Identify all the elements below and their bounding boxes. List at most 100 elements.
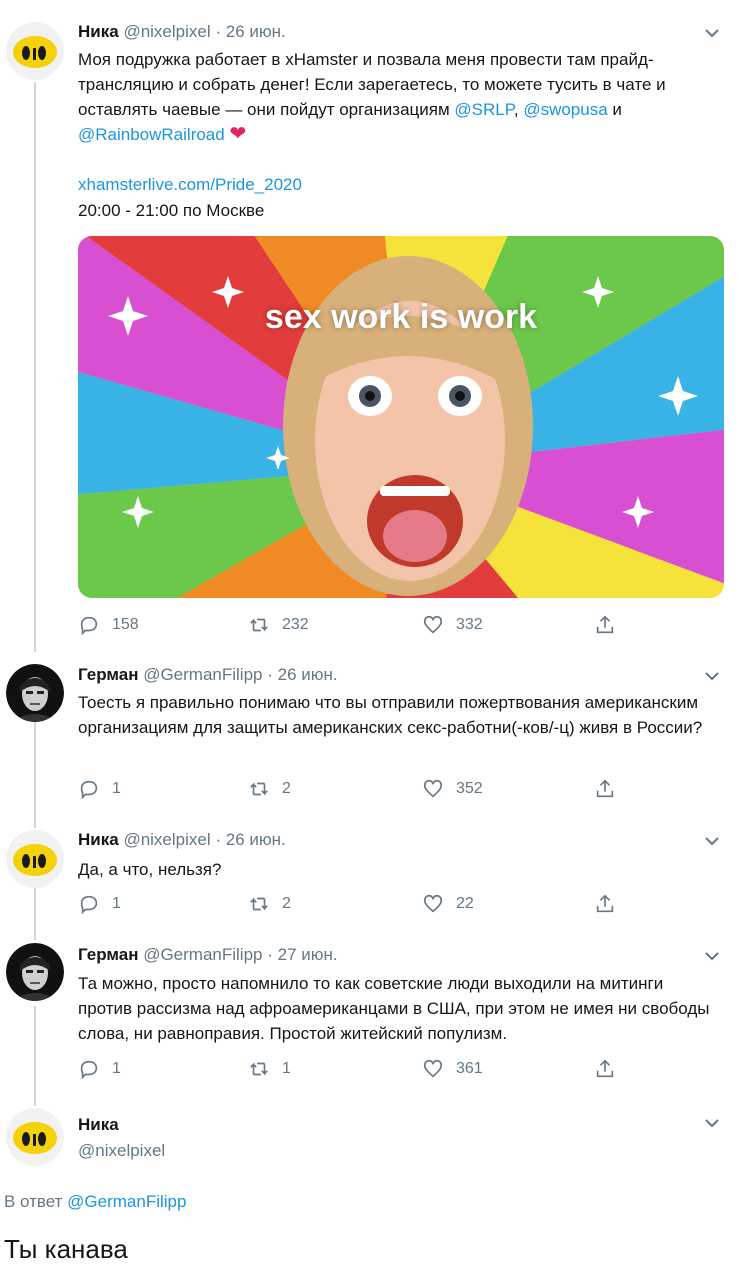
share-button[interactable]: [594, 778, 616, 800]
heart-icon: [423, 615, 443, 634]
avatar[interactable]: [6, 664, 64, 722]
chevron-down-icon[interactable]: [703, 667, 721, 685]
text-separator: ,: [513, 100, 524, 119]
reply-button[interactable]: 1: [78, 893, 121, 915]
tweet-media-image[interactable]: sex work is work: [78, 236, 724, 598]
tweet-header: Ника @nixelpixel · 26 июн.: [78, 830, 286, 850]
tweet-actions: 1 1 361: [78, 1058, 638, 1082]
avatar[interactable]: [6, 22, 64, 80]
author-handle[interactable]: @nixelpixel: [123, 830, 210, 849]
tweet-text: Та можно, просто напомнило то как советс…: [78, 974, 710, 1043]
tweet-header: Герман @GermanFilipp · 26 июн.: [78, 665, 338, 685]
like-count: 332: [456, 616, 483, 633]
chevron-down-icon[interactable]: [703, 24, 721, 42]
main-tweet-text: Ты канава: [4, 1234, 128, 1264]
stream-time: 20:00 - 21:00 по Москве: [78, 201, 265, 220]
reply-button[interactable]: 1: [78, 1058, 121, 1080]
heart-icon: [423, 779, 443, 798]
retweet-button[interactable]: 1: [248, 1058, 291, 1080]
author-handle[interactable]: @nixelpixel: [123, 22, 210, 41]
mention-swopusa[interactable]: @swopusa: [523, 100, 607, 119]
tweet[interactable]: Герман @GermanFilipp · 26 июн. Тоесть я …: [0, 650, 739, 820]
tweet-text: Да, а что, нельзя?: [78, 860, 222, 879]
avatar[interactable]: [6, 830, 64, 888]
tweet-actions: 1 2 22: [78, 893, 638, 917]
tweet-date[interactable]: · 26 июн.: [215, 22, 285, 41]
author-name[interactable]: Герман: [78, 945, 138, 964]
tweet-actions: 1 2 352: [78, 778, 638, 802]
retweet-icon: [250, 782, 268, 796]
chevron-down-icon[interactable]: [703, 1114, 721, 1132]
heart-icon: [423, 894, 443, 913]
tweet-text: Моя подружка работает в xHamster и позва…: [78, 47, 719, 147]
tweet-header: Герман @GermanFilipp · 27 июн.: [78, 945, 338, 965]
author-name[interactable]: Герман: [78, 665, 138, 684]
tweet-date[interactable]: · 26 июн.: [215, 830, 285, 849]
reply-count: 1: [112, 780, 121, 797]
reply-icon: [80, 616, 98, 636]
retweet-button[interactable]: 2: [248, 893, 291, 915]
tweet-actions: 158 232 332: [78, 614, 638, 638]
text-separator: и: [607, 100, 622, 119]
like-button[interactable]: 332: [422, 614, 483, 636]
author-name[interactable]: Ника: [78, 1115, 119, 1134]
reply-count: 1: [112, 895, 121, 912]
share-button[interactable]: [594, 893, 616, 915]
retweet-count: 1: [282, 1060, 291, 1077]
tweet-time-line: 20:00 - 21:00 по Москве: [78, 198, 719, 223]
heart-emoji-icon: ❤: [229, 123, 247, 145]
mention-rainbowrailroad[interactable]: @RainbowRailroad: [78, 125, 225, 144]
tweet[interactable]: Ника @nixelpixel · 26 июн. Да, а что, не…: [0, 820, 739, 935]
tweet-link-line: xhamsterlive.com/Pride_2020: [78, 172, 719, 197]
main-author-handle-line: @nixelpixel: [78, 1141, 165, 1161]
tweet-header: Ника @nixelpixel · 26 июн.: [78, 22, 286, 42]
like-count: 22: [456, 895, 474, 912]
author-handle[interactable]: @nixelpixel: [78, 1141, 165, 1160]
reply-icon: [80, 1060, 98, 1080]
reply-count: 1: [112, 1060, 121, 1077]
reply-mention[interactable]: @GermanFilipp: [67, 1192, 186, 1211]
tweet-date[interactable]: · 27 июн.: [267, 945, 337, 964]
heart-icon: [423, 1059, 443, 1078]
tweet-text: Тоесть я правильно понимаю что вы отправ…: [78, 693, 703, 737]
reply-button[interactable]: 1: [78, 778, 121, 800]
chevron-down-icon[interactable]: [703, 947, 721, 965]
mention-srlp[interactable]: @SRLP: [454, 100, 513, 119]
reply-count: 158: [112, 616, 139, 633]
like-count: 361: [456, 1060, 483, 1077]
like-button[interactable]: 352: [422, 778, 483, 800]
like-count: 352: [456, 780, 483, 797]
share-icon: [596, 894, 614, 913]
media-caption: sex work is work: [264, 298, 538, 336]
like-button[interactable]: 361: [422, 1058, 483, 1080]
rainbow-photo: [78, 236, 724, 598]
reply-to-line: В ответ @GermanFilipp: [4, 1192, 186, 1212]
author-handle[interactable]: @GermanFilipp: [143, 945, 262, 964]
tweet[interactable]: Герман @GermanFilipp · 27 июн. Та можно,…: [0, 935, 739, 1100]
author-name[interactable]: Ника: [78, 22, 119, 41]
share-button[interactable]: [594, 614, 616, 636]
share-icon: [596, 779, 614, 798]
share-icon: [596, 615, 614, 634]
reply-prefix: В ответ: [4, 1192, 68, 1211]
like-button[interactable]: 22: [422, 893, 474, 915]
reply-button[interactable]: 158: [78, 614, 139, 636]
retweet-count: 2: [282, 895, 291, 912]
chevron-down-icon[interactable]: [703, 832, 721, 850]
share-icon: [596, 1059, 614, 1078]
retweet-icon: [250, 618, 268, 632]
tweet-date[interactable]: · 26 июн.: [267, 665, 337, 684]
retweet-button[interactable]: 232: [248, 614, 309, 636]
share-button[interactable]: [594, 1058, 616, 1080]
avatar[interactable]: [6, 1108, 64, 1166]
retweet-count: 232: [282, 616, 309, 633]
tweet-link[interactable]: xhamsterlive.com/Pride_2020: [78, 175, 302, 194]
tweet[interactable]: Ника @nixelpixel · 26 июн. Моя подружка …: [0, 0, 739, 650]
avatar[interactable]: [6, 943, 64, 1001]
reply-icon: [80, 780, 98, 800]
author-name[interactable]: Ника: [78, 830, 119, 849]
author-handle[interactable]: @GermanFilipp: [143, 665, 262, 684]
retweet-icon: [250, 897, 268, 911]
retweet-button[interactable]: 2: [248, 778, 291, 800]
retweet-count: 2: [282, 780, 291, 797]
